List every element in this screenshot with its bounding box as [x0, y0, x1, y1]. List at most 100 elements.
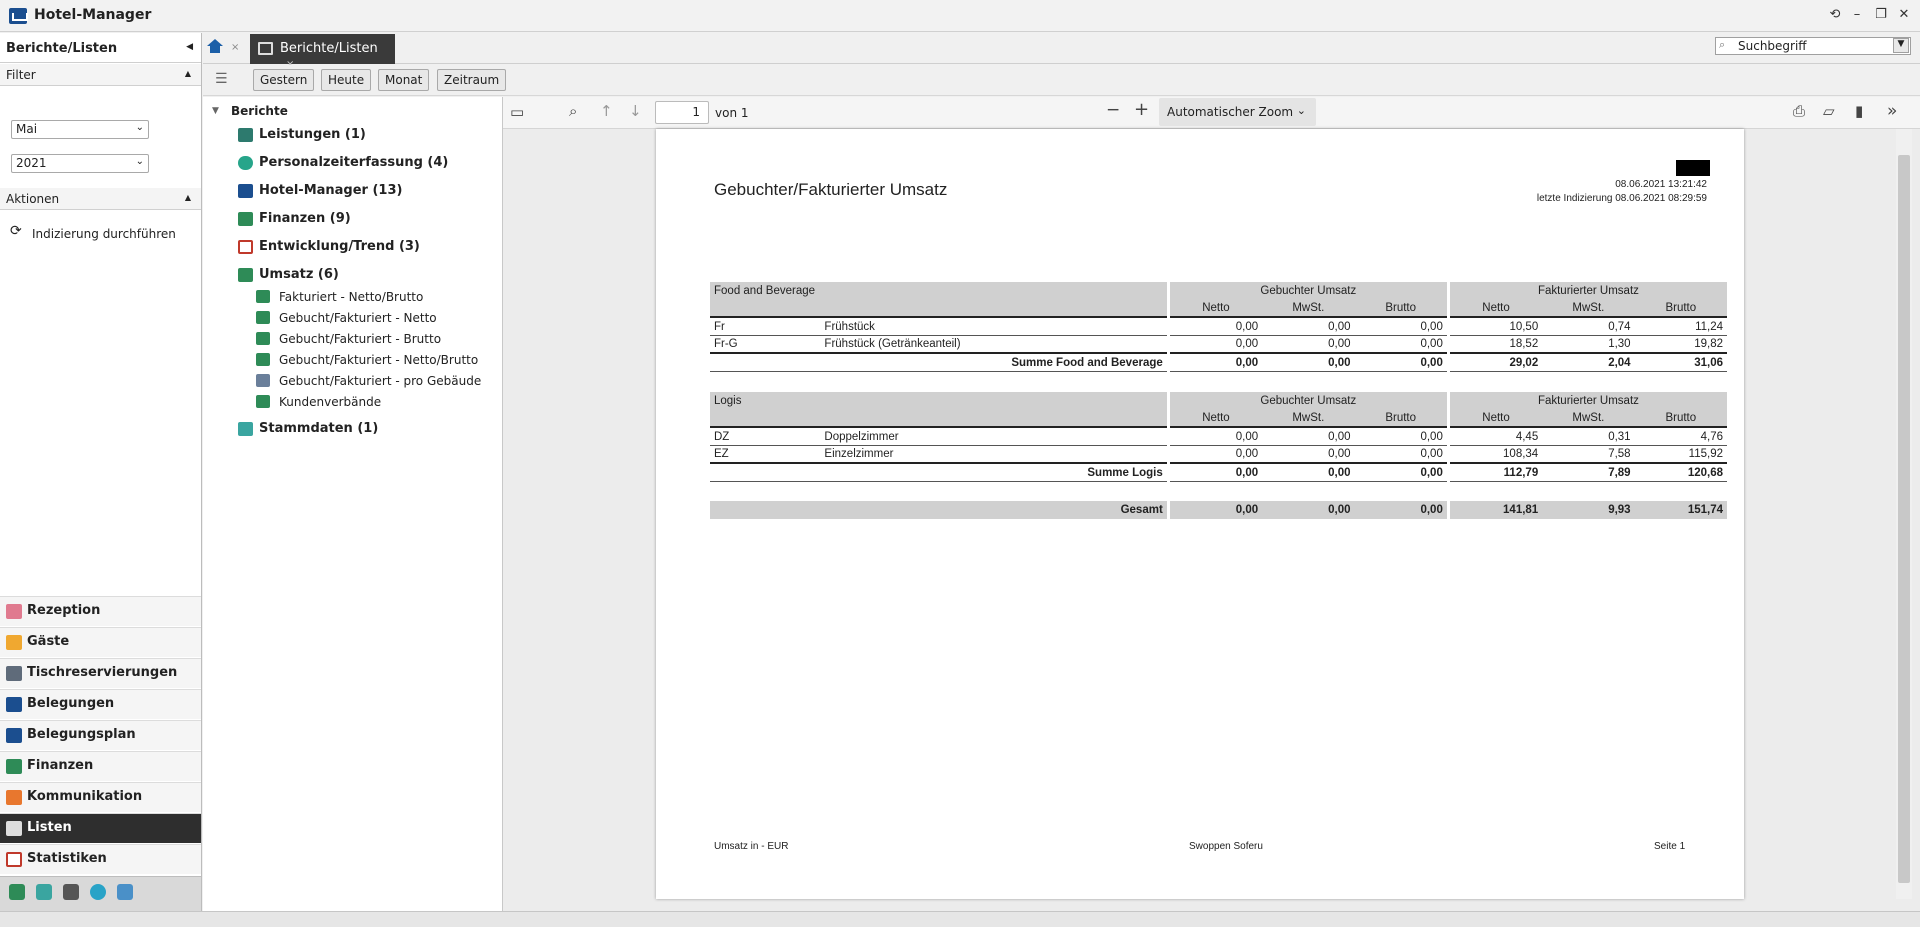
print-icon[interactable]: [63, 884, 79, 900]
filter-section[interactable]: Filter ▲: [0, 64, 201, 86]
cell: 1,30: [1542, 336, 1635, 354]
tree-group-umsatz[interactable]: Umsatz (6): [259, 267, 339, 282]
nav-gaeste[interactable]: Gäste: [0, 627, 201, 657]
nav-listen[interactable]: Listen: [0, 813, 201, 843]
tree-group-stammdaten[interactable]: Stammdaten (1): [259, 421, 378, 436]
tree-item[interactable]: Gebucht/Fakturiert - pro Gebäude: [279, 374, 481, 388]
table-row: Fr-G Frühstück (Getränkeanteil) 0,00 0,00 0,…: [710, 336, 1727, 354]
tree-item[interactable]: Gebucht/Fakturiert - Netto/Brutto: [279, 353, 478, 367]
collapse-left-icon[interactable]: ◀: [186, 42, 193, 52]
nav-label: Gäste: [27, 634, 70, 649]
reception-icon: [6, 604, 22, 619]
chevron-down-icon: ⌄: [1296, 104, 1306, 117]
tree-root[interactable]: Berichte: [231, 104, 288, 118]
cell: 7,89: [1542, 464, 1635, 482]
nav-rezeption[interactable]: Rezeption: [0, 596, 201, 626]
search-icon[interactable]: ⌕: [569, 102, 577, 120]
search-input[interactable]: Suchbegriff: [1715, 37, 1911, 55]
refresh-icon[interactable]: ⟲: [1826, 6, 1844, 24]
page-number-input[interactable]: 1: [655, 101, 709, 124]
nav-statistiken[interactable]: Statistiken: [0, 844, 201, 874]
zoom-out-icon[interactable]: −: [1106, 100, 1120, 120]
tools-icon[interactable]: [117, 884, 133, 900]
row-label: Frühstück: [820, 318, 1167, 336]
cell: 11,24: [1634, 318, 1727, 336]
zoom-in-icon[interactable]: +: [1134, 99, 1149, 120]
tree-item[interactable]: Gebucht/Fakturiert - Netto: [279, 311, 437, 325]
search-icon: ⌕: [1719, 38, 1726, 51]
nav-belegungsplan[interactable]: Belegungsplan: [0, 720, 201, 750]
tree-item[interactable]: Fakturiert - Netto/Brutto: [279, 290, 423, 304]
open-file-icon[interactable]: ▱: [1823, 102, 1835, 120]
col-header: Netto: [1449, 300, 1543, 318]
home-icon[interactable]: [206, 38, 224, 56]
tree-expander-icon[interactable]: ▼: [212, 106, 219, 116]
month-value: Mai: [16, 122, 38, 136]
close-icon[interactable]: ✕: [1895, 6, 1913, 24]
cell: 120,68: [1634, 464, 1727, 482]
period-zeitraum-button[interactable]: Zeitraum: [437, 69, 507, 91]
col-header: MwSt.: [1542, 300, 1635, 318]
action-reindex[interactable]: Indizierung durchführen: [32, 227, 176, 241]
period-gestern-button[interactable]: Gestern: [253, 69, 315, 91]
filter-label: Filter: [6, 68, 36, 82]
print-icon[interactable]: ⎙: [1793, 102, 1805, 120]
cell: 0,00: [1354, 446, 1447, 464]
tree-group-entwicklung[interactable]: Entwicklung/Trend (3): [259, 239, 420, 254]
cell: 112,79: [1449, 464, 1543, 482]
cell: 0,00: [1354, 318, 1447, 336]
zoom-select[interactable]: Automatischer Zoom ⌄: [1159, 98, 1316, 126]
list-icon: [6, 821, 22, 836]
chart-icon: [6, 852, 22, 867]
menu-icon[interactable]: ☰: [215, 71, 228, 87]
sidebar-header: Berichte/Listen ◀: [0, 33, 201, 63]
help-icon[interactable]: [90, 884, 106, 900]
tree-item[interactable]: Kundenverbände: [279, 395, 381, 409]
tree-group-leistungen[interactable]: Leistungen (1): [259, 127, 366, 142]
logis-table: Logis Gebuchter Umsatz Fakturierter Umsatz…: [710, 392, 1727, 482]
cell: 151,74: [1634, 501, 1727, 519]
search-dropdown-icon[interactable]: ▼: [1893, 38, 1909, 53]
arrow-up-icon[interactable]: ↑: [600, 102, 613, 120]
bookmark-icon[interactable]: ▮: [1855, 102, 1863, 120]
nav-label: Tischreservierungen: [27, 665, 178, 680]
communication-icon: [6, 790, 22, 805]
nav-kommunikation[interactable]: Kommunikation: [0, 782, 201, 812]
cell: 0,74: [1542, 318, 1635, 336]
sum-row: Summe Food and Beverage 0,00 0,00 0,00 29,02…: [710, 354, 1727, 372]
arrow-down-icon[interactable]: ↓: [629, 102, 642, 120]
tab-berichte-listen[interactable]: Berichte/Listen ×: [250, 34, 395, 70]
tree-item[interactable]: Gebucht/Fakturiert - Brutto: [279, 332, 441, 346]
chevron-down-icon: ⌄: [135, 122, 144, 133]
period-monat-button[interactable]: Monat: [378, 69, 430, 91]
close-home-tab-icon[interactable]: ×: [231, 42, 239, 53]
restore-icon[interactable]: ❐: [1872, 6, 1890, 24]
lock-icon[interactable]: [9, 884, 25, 900]
nav-finanzen[interactable]: Finanzen: [0, 751, 201, 781]
report-date: 08.06.2021 13:21:42: [1615, 179, 1707, 190]
scrollbar-thumb[interactable]: [1898, 155, 1910, 883]
year-select[interactable]: 2021 ⌄: [11, 154, 149, 173]
cell: 0,00: [1354, 336, 1447, 354]
scrollbar[interactable]: [1896, 129, 1912, 899]
col-header: Brutto: [1634, 300, 1727, 318]
nav-tischreservierungen[interactable]: Tischreservierungen: [0, 658, 201, 688]
tree-group-personalzeit[interactable]: Personalzeiterfassung (4): [259, 155, 448, 170]
tree-group-hotel-manager[interactable]: Hotel-Manager (13): [259, 183, 402, 198]
tree-group-finanzen[interactable]: Finanzen (9): [259, 211, 351, 226]
master-data-icon: [238, 422, 253, 436]
nav-belegungen[interactable]: Belegungen: [0, 689, 201, 719]
nav-label: Listen: [27, 820, 72, 835]
month-select[interactable]: Mai ⌄: [11, 120, 149, 139]
minimize-icon[interactable]: –: [1848, 6, 1866, 24]
report-icon: [256, 395, 270, 408]
tab-bar: [203, 33, 1920, 64]
tab-label: Berichte/Listen: [280, 41, 378, 56]
user-icon[interactable]: [36, 884, 52, 900]
more-tools-icon[interactable]: »: [1887, 101, 1897, 121]
sum-label: Summe Logis: [710, 464, 1167, 482]
period-heute-button[interactable]: Heute: [321, 69, 372, 91]
actions-section[interactable]: Aktionen ▲: [0, 188, 201, 210]
cell: 29,02: [1449, 354, 1543, 372]
sidebar-toggle-icon[interactable]: ▭: [510, 103, 524, 121]
